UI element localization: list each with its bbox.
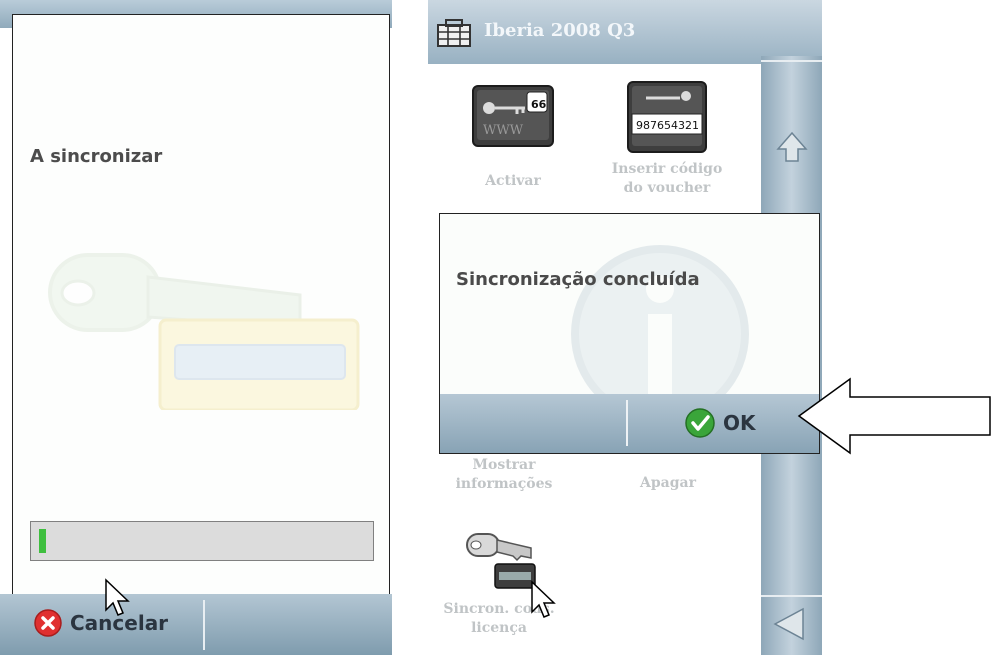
activate-icon: 66 WWW — [472, 85, 554, 147]
key-icon — [466, 533, 536, 589]
ok-check-icon — [685, 408, 715, 438]
bottom-bar-separator — [203, 600, 205, 650]
atlas-icon — [437, 19, 471, 47]
show-info-label-line2: informações — [455, 476, 553, 492]
menu-item-insert-voucher[interactable]: 987654321 Inserir código do voucher — [602, 78, 732, 198]
svg-text:WWW: WWW — [483, 123, 524, 138]
dialog-button-bar — [440, 394, 819, 453]
callout-arrow-icon — [797, 377, 991, 455]
voucher-icon: 987654321 — [627, 81, 707, 153]
cancel-button[interactable]: Cancelar — [34, 609, 168, 637]
svg-text:987654321: 987654321 — [636, 119, 699, 132]
sync-status-title: A sincronizar — [30, 146, 163, 167]
scroll-divider — [761, 60, 822, 62]
menu-item-show-info[interactable]: Mostrar informações — [444, 456, 564, 494]
key-illustration-icon — [48, 253, 360, 410]
insert-voucher-label-line1: Inserir código — [611, 161, 723, 177]
scroll-divider — [761, 595, 822, 597]
scroll-up-icon[interactable] — [775, 130, 809, 164]
progress-fill — [39, 529, 46, 553]
cancel-icon — [34, 609, 62, 637]
map-title: Iberia 2008 Q3 — [484, 20, 636, 41]
show-info-label-line1: Mostrar — [472, 457, 536, 473]
activate-label: Activar — [485, 173, 541, 189]
svg-text:66: 66 — [531, 98, 547, 111]
delete-label: Apagar — [640, 475, 696, 491]
scroll-left-icon[interactable] — [771, 606, 807, 642]
menu-item-activate[interactable]: 66 WWW Activar — [458, 78, 568, 191]
dialog-message: Sincronização concluída — [456, 269, 700, 290]
ok-button[interactable]: OK — [685, 408, 756, 438]
menu-item-delete[interactable]: Apagar — [618, 474, 718, 493]
sync-progress-bar — [30, 521, 374, 561]
pointer-cursor-icon — [105, 578, 130, 616]
ok-button-label: OK — [723, 411, 756, 435]
pointer-cursor-icon — [531, 580, 556, 618]
insert-voucher-label-line2: do voucher — [623, 180, 711, 196]
dialog-bar-separator — [626, 400, 628, 446]
sync-screen: A sincronizar Cancelar — [0, 0, 392, 655]
sync-license-label-line2: licença — [471, 620, 527, 636]
sync-complete-dialog: Sincronização concluída OK — [439, 213, 820, 454]
